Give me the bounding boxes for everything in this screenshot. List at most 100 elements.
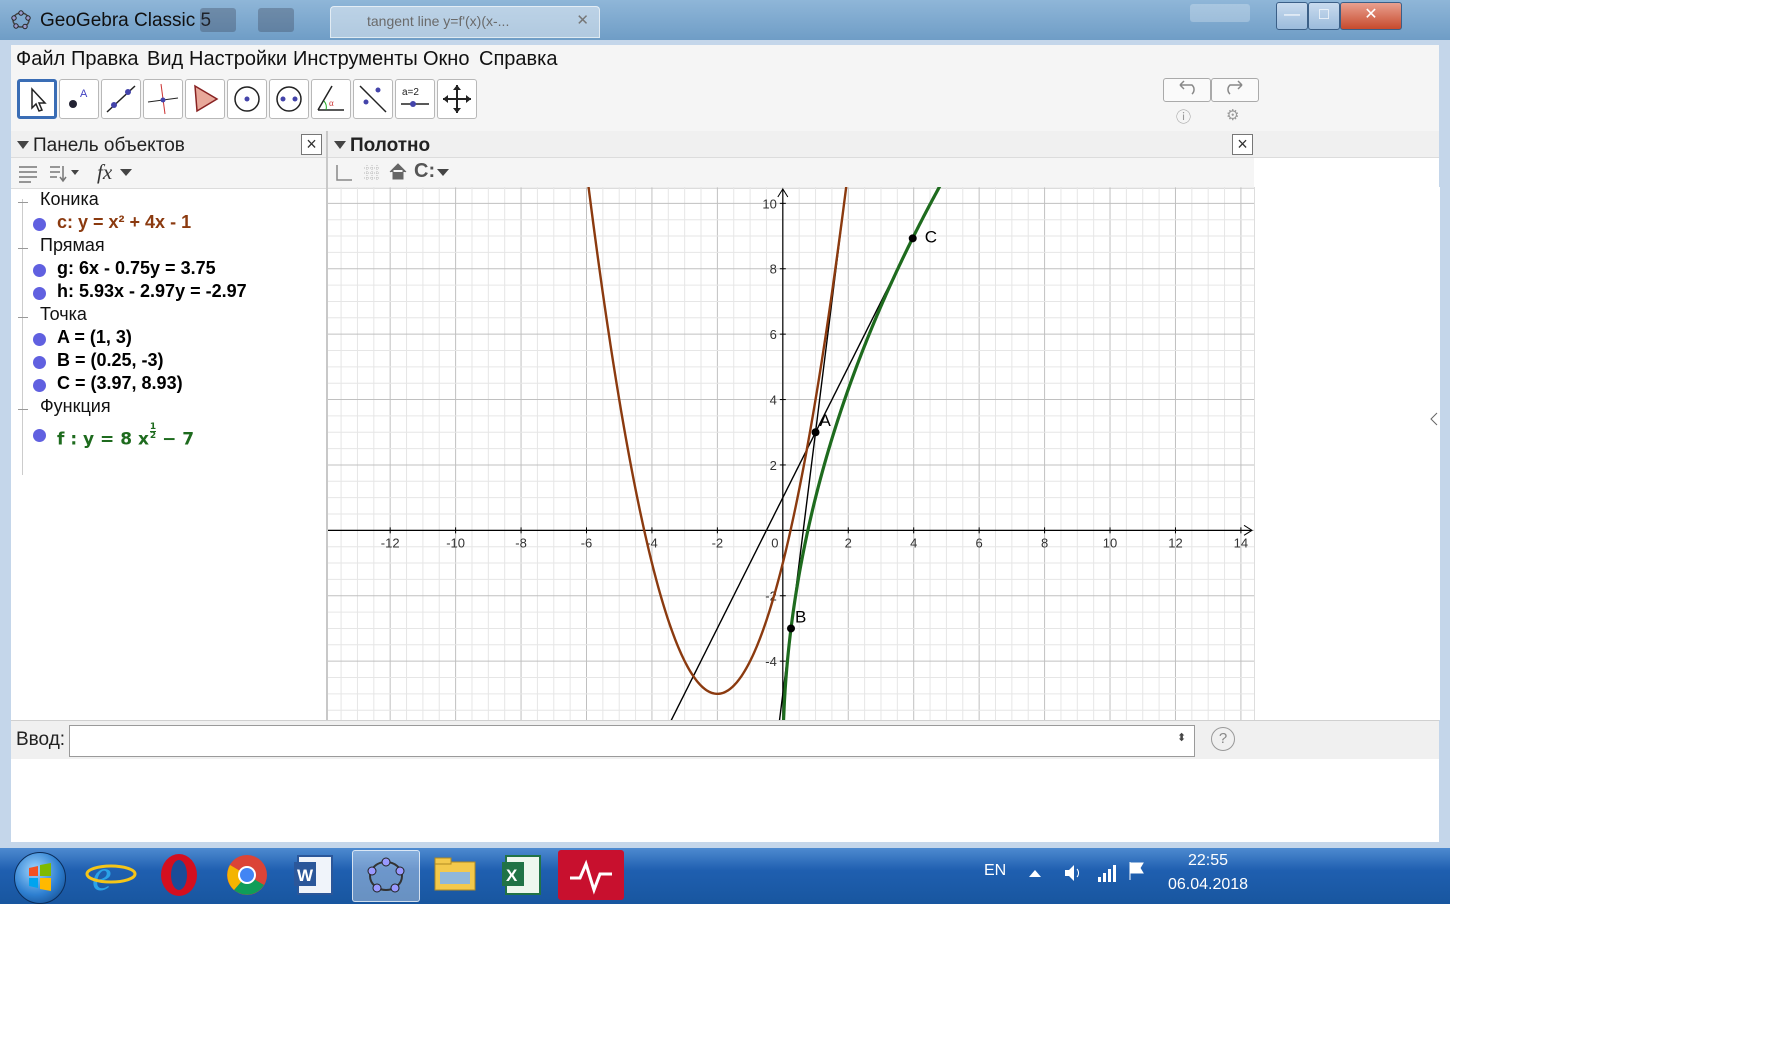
- x-tick-label: 6: [976, 535, 983, 550]
- perpendicular-tool-button[interactable]: [143, 79, 183, 119]
- input-field[interactable]: [69, 725, 1195, 757]
- point-label: A: [820, 411, 832, 430]
- close-panel-icon[interactable]: ×: [301, 134, 322, 155]
- flag-icon[interactable]: [1126, 860, 1148, 882]
- word-icon[interactable]: W: [282, 850, 348, 900]
- move-arrows-icon: [443, 85, 471, 113]
- svg-text:W: W: [297, 866, 314, 885]
- object-function-f[interactable]: f : y = 8 x12 − 7: [57, 423, 194, 450]
- clock-time[interactable]: 22:55: [1188, 852, 1228, 870]
- internet-explorer-icon[interactable]: e: [78, 850, 144, 900]
- function-f-prefix: f : y = 8 x: [57, 429, 149, 450]
- gear-icon[interactable]: ⚙: [1226, 106, 1239, 124]
- help-icon[interactable]: ⓘ: [1176, 106, 1191, 127]
- geogebra-app: Файл Правка Вид Настройки Инструменты Ок…: [11, 45, 1440, 842]
- collapse-triangle-icon[interactable]: [334, 141, 346, 149]
- tab-close-icon[interactable]: ✕: [576, 11, 589, 29]
- file-explorer-icon[interactable]: [422, 850, 488, 900]
- menu-edit[interactable]: Правка: [71, 48, 139, 71]
- tree-collapse-icon[interactable]: [18, 248, 28, 249]
- line-icon: [106, 85, 136, 113]
- excel-icon[interactable]: X: [490, 850, 556, 900]
- conic-tool-button[interactable]: [269, 79, 309, 119]
- chevron-down-icon[interactable]: [119, 168, 133, 178]
- coordinate-plane[interactable]: -12 -10 -8 -6 -4 -2 0 2 4 6 8 10 12 14108642-2-4ABC: [328, 187, 1254, 720]
- graphics-style-bar: C:: [328, 158, 1254, 189]
- collapse-side-icon[interactable]: [1430, 412, 1438, 426]
- menu-help[interactable]: Справка: [479, 48, 557, 71]
- menu-settings[interactable]: Настройки: [189, 48, 287, 71]
- line-g: [778, 187, 847, 720]
- polygon-icon: [194, 84, 219, 113]
- object-conic-c[interactable]: c: y = x² + 4x - 1: [57, 212, 191, 233]
- input-history-icon[interactable]: ⬍: [1177, 731, 1186, 744]
- slider-icon: a=2: [401, 87, 429, 107]
- geogebra-icon[interactable]: [352, 850, 420, 902]
- opera-icon[interactable]: [146, 850, 212, 900]
- tree-collapse-icon[interactable]: [18, 317, 28, 318]
- visibility-toggle-icon[interactable]: [33, 379, 46, 392]
- start-button-icon[interactable]: [14, 852, 66, 904]
- grid-toggle-icon[interactable]: [362, 163, 382, 183]
- collapse-triangle-icon[interactable]: [17, 141, 29, 149]
- visibility-toggle-icon[interactable]: [33, 356, 46, 369]
- object-line-h[interactable]: h: 5.93x - 2.97y = -2.97: [57, 281, 247, 302]
- reflect-tool-button[interactable]: [353, 79, 393, 119]
- x-tick-label: 8: [1041, 535, 1048, 550]
- tree-collapse-icon[interactable]: [18, 409, 28, 410]
- menu-window[interactable]: Окно: [423, 48, 469, 71]
- category-function: Функция: [40, 396, 111, 416]
- y-tick-label: -4: [765, 654, 777, 669]
- smart-notebook-icon[interactable]: [558, 850, 624, 900]
- visibility-toggle-icon[interactable]: [33, 218, 46, 231]
- network-icon[interactable]: [1096, 862, 1116, 884]
- chrome-icon[interactable]: [214, 850, 280, 900]
- axes-toggle-icon[interactable]: [334, 163, 354, 183]
- slider-tool-button[interactable]: a=2: [395, 79, 435, 119]
- angle-tool-button[interactable]: α: [311, 79, 351, 119]
- x-tick-label: 0: [771, 535, 778, 550]
- polygon-tool-button[interactable]: [185, 79, 225, 119]
- close-button[interactable]: ✕: [1340, 2, 1402, 30]
- undo-button[interactable]: [1163, 78, 1211, 102]
- language-indicator[interactable]: EN: [984, 862, 1006, 880]
- object-line-g[interactable]: g: 6x - 0.75y = 3.75: [57, 258, 216, 279]
- fx-icon[interactable]: fx: [97, 160, 112, 185]
- list-icon[interactable]: [17, 162, 39, 184]
- menu-file[interactable]: Файл: [16, 48, 65, 71]
- algebra-panel-title: Панель объектов: [33, 135, 185, 156]
- svg-text:e: e: [92, 851, 112, 900]
- circle-tool-button[interactable]: [227, 79, 267, 119]
- sort-icon[interactable]: [47, 162, 87, 184]
- background-browser-tab[interactable]: tangent line y=f'(x)(x-... ✕: [330, 6, 600, 38]
- input-help-icon[interactable]: ?: [1211, 727, 1235, 751]
- line-tool-button[interactable]: [101, 79, 141, 119]
- visibility-toggle-icon[interactable]: [33, 287, 46, 300]
- home-icon[interactable]: [388, 162, 408, 182]
- close-panel-icon[interactable]: ×: [1232, 134, 1253, 155]
- menu-tools[interactable]: Инструменты: [293, 48, 418, 71]
- x-tick-label: 14: [1234, 535, 1248, 550]
- redo-button[interactable]: [1211, 78, 1259, 102]
- minimize-button[interactable]: —: [1276, 2, 1308, 30]
- menu-view[interactable]: Вид: [147, 48, 183, 71]
- object-point-c[interactable]: C = (3.97, 8.93): [57, 373, 183, 394]
- redo-icon: [1227, 80, 1243, 95]
- point-capture-icon[interactable]: C:: [414, 160, 435, 183]
- visibility-toggle-icon[interactable]: [33, 264, 46, 277]
- point-tool-button[interactable]: A: [59, 79, 99, 119]
- object-point-a[interactable]: A = (1, 3): [57, 327, 132, 348]
- move-view-tool-button[interactable]: [437, 79, 477, 119]
- clock-date[interactable]: 06.04.2018: [1168, 876, 1248, 894]
- visibility-toggle-icon[interactable]: [33, 333, 46, 346]
- maximize-button[interactable]: □: [1308, 2, 1340, 30]
- algebra-panel: Панель объектов × fx Коника c: y = x² + …: [11, 131, 328, 720]
- move-tool-button[interactable]: [17, 79, 57, 119]
- tree-collapse-icon[interactable]: [18, 202, 28, 203]
- chevron-down-icon[interactable]: [436, 168, 450, 178]
- volume-icon[interactable]: [1062, 862, 1084, 884]
- x-tick-label: -6: [581, 535, 593, 550]
- object-point-b[interactable]: B = (0.25, -3): [57, 350, 164, 371]
- tray-expand-icon[interactable]: [1028, 868, 1042, 878]
- visibility-toggle-icon[interactable]: [33, 429, 46, 442]
